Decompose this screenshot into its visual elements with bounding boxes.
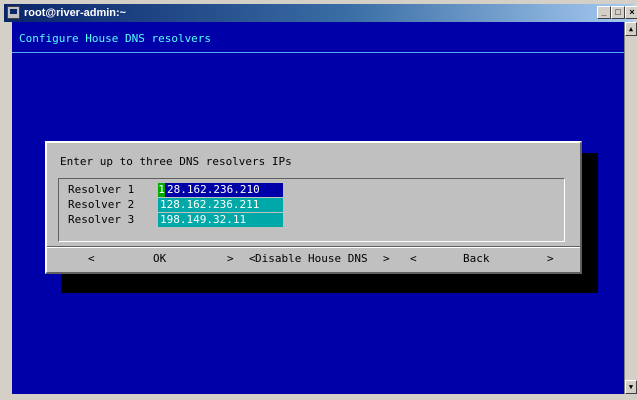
ok-button-label: OK [153,252,167,265]
terminal-window: root@river-admin:~ _ □ × Configure House… [0,0,637,400]
text-cursor: 1 [158,183,165,197]
resolver-form: Resolver 1 28.162.236.210 1 Resolver 2 1… [58,178,565,242]
screen-title: Configure House DNS resolvers [19,32,212,45]
close-button[interactable]: × [625,6,637,19]
dialog-prompt: Enter up to three DNS resolvers IPs [60,155,292,168]
resolver-3-label: Resolver 3 [68,213,135,226]
vertical-scrollbar[interactable]: ▲ ▼ [624,22,637,394]
disable-button-label: Disable House DNS [255,252,368,265]
resolver-1-label: Resolver 1 [68,183,135,196]
terminal-app-icon[interactable] [7,6,20,19]
resolver-2-label: Resolver 2 [68,198,135,211]
back-button-right-bracket: > [547,252,554,265]
dialog-separator-highlight [47,247,580,248]
dns-dialog: Enter up to three DNS resolvers IPs Reso… [45,141,582,274]
title-bar[interactable]: root@river-admin:~ _ □ × [4,4,637,22]
resolver-2-input[interactable]: 128.162.236.211 [158,198,283,212]
ok-button-right-bracket: > [227,252,234,265]
disable-button-right-bracket: > [383,252,390,265]
ok-button-left-bracket: < [88,252,95,265]
minimize-button[interactable]: _ [597,6,611,19]
resolver-1-value-text: 28.162.236.210 [167,183,260,196]
maximize-button[interactable]: □ [611,6,625,19]
back-button-label: Back [463,252,490,265]
scroll-down-arrow-icon[interactable]: ▼ [625,380,637,394]
screen-divider [12,52,624,53]
window-title: root@river-admin:~ [24,7,127,19]
resolver-1-input[interactable]: 28.162.236.210 [158,183,283,197]
back-button-left-bracket: < [410,252,417,265]
scroll-up-arrow-icon[interactable]: ▲ [625,22,637,36]
terminal-screen[interactable]: Configure House DNS resolvers Enter up t… [12,22,624,394]
resolver-3-input[interactable]: 198.149.32.11 [158,213,283,227]
